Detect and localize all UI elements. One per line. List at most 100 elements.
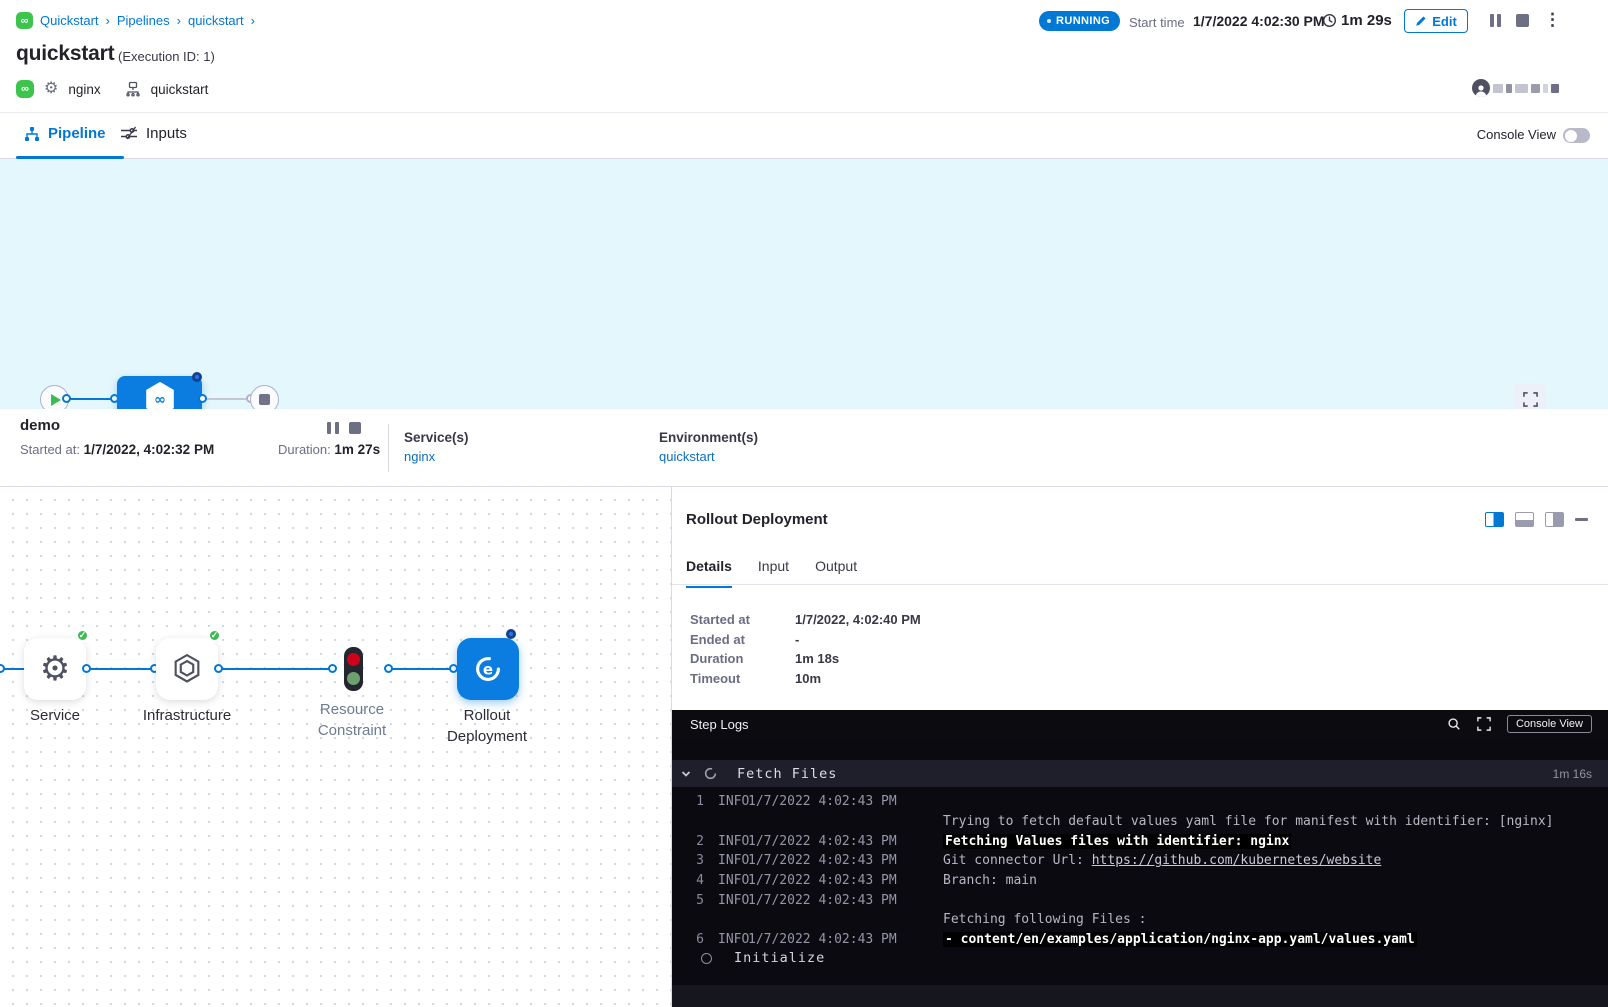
- app-root: ∞ Quickstart › Pipelines › quickstart › …: [0, 0, 1608, 1007]
- stage-pause-button[interactable]: [327, 422, 339, 434]
- step-node-infrastructure[interactable]: [156, 638, 218, 700]
- log-timestamp: 1/7/2022 4:02:43 PM: [748, 873, 943, 888]
- started-at-value: 1/7/2022, 4:02:32 PM: [84, 442, 215, 457]
- toggle-knob: [1565, 130, 1577, 142]
- detail-value: 1m 18s: [795, 651, 839, 666]
- pending-status-icon: [701, 953, 712, 964]
- log-timestamp: 1/7/2022 4:02:43 PM: [748, 893, 943, 908]
- environment-chip-label[interactable]: quickstart: [151, 82, 209, 97]
- inputs-icon: [120, 126, 138, 141]
- logs-console-view-button[interactable]: Console View: [1507, 715, 1592, 733]
- console-view-toggle[interactable]: [1563, 128, 1590, 143]
- log-line: 5 INFO 1/7/2022 4:02:43 PM: [672, 890, 1608, 910]
- log-level: INFO: [704, 893, 748, 908]
- stage-stop-button[interactable]: [349, 422, 361, 434]
- log-section-initialize[interactable]: Initialize: [672, 943, 1608, 973]
- breadcrumb-separator: ›: [177, 13, 181, 28]
- elapsed-time: 1m 29s: [1322, 12, 1392, 29]
- running-dot-icon: [1047, 19, 1051, 23]
- breadcrumb-link-quickstart[interactable]: Quickstart: [40, 13, 99, 28]
- infrastructure-hexagon-icon: [170, 652, 204, 686]
- redacted-text-block: [1551, 84, 1559, 93]
- step-node-rollout-deployment[interactable]: e: [457, 638, 519, 700]
- tab-pipeline-label: Pipeline: [48, 125, 106, 142]
- divider: [388, 424, 389, 472]
- log-link[interactable]: https://github.com/kubernetes/website: [1092, 853, 1382, 868]
- log-line: 1 INFO 1/7/2022 4:02:43 PM: [672, 792, 1608, 812]
- entity-chips-row: ∞ ⚙ nginx quickstart: [16, 80, 208, 98]
- pause-execution-button[interactable]: [1490, 14, 1501, 27]
- pipeline-graph-canvas[interactable]: ∞ demo + −: [0, 159, 1608, 409]
- stage-started-at: Started at: 1/7/2022, 4:02:32 PM: [20, 442, 214, 457]
- log-line-number: 3: [680, 853, 704, 868]
- log-footer-strip: [672, 985, 1608, 1007]
- connector-point: [384, 664, 393, 673]
- environments-label: Environment(s): [659, 430, 758, 445]
- detail-row-timeout: Timeout 10m: [690, 671, 821, 686]
- chevron-down-icon: [680, 768, 692, 780]
- connector-point: [0, 664, 5, 673]
- log-message: Git connector Url: https://github.com/ku…: [943, 853, 1608, 868]
- detail-value: 10m: [795, 671, 821, 686]
- step-logs-bar: Step Logs Console View: [672, 710, 1608, 738]
- log-timestamp: 1/7/2022 4:02:43 PM: [748, 834, 943, 849]
- expand-logs-icon[interactable]: [1477, 717, 1491, 731]
- stop-icon: [259, 394, 270, 405]
- stage-details-bar: demo Started at: 1/7/2022, 4:02:32 PM Du…: [0, 409, 1608, 487]
- stage-name: demo: [20, 417, 60, 434]
- redacted-text-block: [1531, 84, 1540, 93]
- traffic-light-green-icon: [347, 672, 360, 685]
- redacted-text-block: [1493, 84, 1503, 93]
- running-spinner-badge: [192, 372, 202, 382]
- connector-line: [222, 668, 332, 670]
- environment-icon: [125, 81, 141, 97]
- step-node-service[interactable]: ⚙: [24, 638, 86, 700]
- log-level: INFO: [704, 853, 748, 868]
- panel-minimize-button[interactable]: [1575, 518, 1588, 521]
- status-badge-label: RUNNING: [1056, 15, 1110, 27]
- log-line-number: 4: [680, 873, 704, 888]
- step-logs-title: Step Logs: [690, 717, 749, 732]
- step-label-service: Service: [0, 705, 115, 726]
- tab-pipeline[interactable]: Pipeline: [24, 125, 106, 142]
- service-link[interactable]: nginx: [404, 449, 435, 464]
- search-icon[interactable]: [1447, 717, 1461, 731]
- breadcrumb-link-pipeline-name[interactable]: quickstart: [188, 13, 244, 28]
- detail-row-duration: Duration 1m 18s: [690, 651, 839, 666]
- layout-horizontal-split-icon[interactable]: [1515, 512, 1534, 527]
- layout-right-panel-icon[interactable]: [1545, 512, 1564, 527]
- log-level: INFO: [704, 834, 748, 849]
- log-message: Branch: main: [943, 873, 1608, 888]
- log-level: INFO: [704, 794, 748, 809]
- step-label-infrastructure: Infrastructure: [127, 705, 247, 726]
- connector-line: [392, 668, 455, 670]
- environment-link[interactable]: quickstart: [659, 449, 715, 464]
- cd-module-icon: ∞: [16, 12, 33, 29]
- success-check-icon: ✓: [76, 629, 89, 642]
- stop-execution-button[interactable]: [1516, 14, 1529, 27]
- svg-text:e: e: [483, 660, 493, 678]
- play-icon: [51, 394, 61, 406]
- pipeline-icon: [24, 126, 40, 142]
- rollout-deployment-icon: e: [473, 654, 503, 684]
- detail-label: Ended at: [690, 632, 795, 647]
- view-tabbar: Pipeline Inputs Console View: [0, 113, 1608, 159]
- step-node-resource-constraint[interactable]: [344, 647, 363, 691]
- clock-icon: [1322, 13, 1337, 28]
- breadcrumb-link-pipelines[interactable]: Pipelines: [117, 13, 170, 28]
- log-section-name: Initialize: [734, 950, 825, 966]
- edit-button[interactable]: Edit: [1404, 9, 1468, 33]
- running-spinner-badge: [506, 629, 516, 639]
- user-attribution: [1472, 79, 1559, 97]
- loading-spinner-icon: [704, 767, 717, 780]
- log-line: Trying to fetch default values yaml file…: [672, 812, 1608, 832]
- connector-point: [328, 664, 337, 673]
- service-chip-label[interactable]: nginx: [68, 82, 100, 97]
- status-badge: RUNNING: [1039, 11, 1120, 31]
- more-options-button[interactable]: ⋮: [1544, 8, 1561, 32]
- execution-graph-canvas[interactable]: ⚙ ✓ ✓ e Service Infrastructure Resou: [0, 487, 672, 1007]
- tab-inputs[interactable]: Inputs: [120, 125, 187, 142]
- log-message: Fetching Values files with identifier: n…: [943, 834, 1608, 849]
- log-section-fetch-files[interactable]: Fetch Files 1m 16s: [672, 760, 1608, 787]
- layout-vertical-split-icon[interactable]: [1485, 512, 1504, 527]
